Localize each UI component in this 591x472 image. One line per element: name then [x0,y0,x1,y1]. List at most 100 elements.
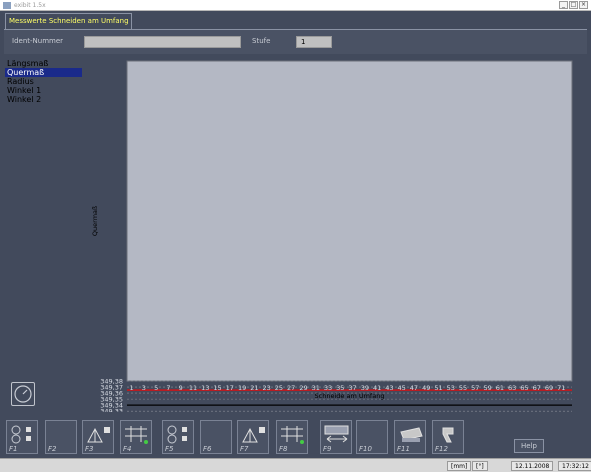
plot-area [126,60,573,382]
ruler-grid-icon [279,424,306,444]
ident-input[interactable] [84,36,241,48]
x-tick-label: 21 [250,384,258,392]
x-tick-label: 33 [324,384,332,392]
fkey-f6[interactable]: F6 [200,420,232,454]
x-tick-label: 5 [154,384,158,392]
x-tick-label: 3 [142,384,146,392]
x-tick-label: 31 [312,384,320,392]
status-unit: [mm] [447,461,472,471]
fkey-f12[interactable]: F12 [432,420,464,454]
y-axis-label: Quermaß [91,206,99,236]
x-tick-label: 35 [336,384,344,392]
measure-angle-icon [240,424,267,444]
status-deg: [°] [472,461,488,471]
fkey-f3[interactable]: F3 [82,420,114,454]
x-axis-label: Schneide am Umfang [315,392,385,400]
fkey-f5[interactable]: F5 [162,420,194,454]
x-tick-label: 67 [533,384,541,392]
ident-label: Ident-Nummer [12,37,64,45]
app-window: exibit 1.5x _ □ × Messwerte Schneiden am… [0,0,591,472]
fkey-label: F11 [397,445,410,453]
x-tick-label: 13 [201,384,209,392]
minimize-button[interactable]: _ [559,1,568,9]
measure-list-item[interactable]: Längsmaß [5,59,85,68]
fkey-label: F1 [9,445,18,453]
x-tick-label: 63 [508,384,516,392]
x-tick-label: 51 [434,384,442,392]
gauge-button[interactable] [11,382,35,406]
fkey-label: F4 [123,445,132,453]
x-tick-label: 57 [471,384,479,392]
fkey-f2[interactable]: F2 [45,420,77,454]
status-bar: [mm] [°] 12.11.2008 17:32:12 [0,458,591,472]
fkey-label: F9 [323,445,332,453]
measure-angle-icon [85,424,112,444]
title-bar: exibit 1.5x _ □ × [0,0,591,11]
x-tick-label: 69 [545,384,553,392]
fkey-label: F5 [165,445,174,453]
measure-list-item[interactable]: Winkel 2 [5,95,85,104]
app-icon [3,2,11,9]
stufe-input[interactable]: 1 [296,36,332,48]
y-tick-label: 349,33 [100,408,123,412]
x-tick-label: 17 [226,384,234,392]
fkey-f11[interactable]: F11 [394,420,426,454]
header-panel: Ident-Nummer Stufe 1 [4,29,587,54]
tool-icon [435,424,462,444]
maximize-button[interactable]: □ [569,1,578,9]
fkey-label: F3 [85,445,94,453]
x-tick-label: 65 [520,384,528,392]
tab-messwerte[interactable]: Messwerte Schneiden am Umfang [5,13,132,29]
x-tick-label: 49 [422,384,430,392]
fkey-f7[interactable]: F7 [237,420,269,454]
x-tick-label: 25 [275,384,283,392]
measure-list-item[interactable]: Quermaß [5,68,82,77]
x-tick-label: 71 [557,384,565,392]
x-tick-label: 59 [483,384,491,392]
stufe-label: Stufe [252,37,271,45]
x-tick-label: 15 [213,384,221,392]
window-title: exibit 1.5x [14,2,46,9]
fkey-f8[interactable]: F8 [276,420,308,454]
x-tick-label: 27 [287,384,295,392]
x-tick-label: 61 [496,384,504,392]
x-tick-label: 19 [238,384,246,392]
help-button[interactable]: Help [514,439,544,453]
gauge-settings-icon [165,424,192,444]
measurement-chart: 349,38349,37349,36349,35349,34349,33349,… [90,57,579,428]
gauge-icon [14,385,32,403]
fkey-label: F2 [48,445,57,453]
x-tick-label: 43 [385,384,393,392]
status-date: 12.11.2008 [511,461,554,471]
fkey-f1[interactable]: F1 [6,420,38,454]
chart-svg: 349,38349,37349,36349,35349,34349,33349,… [91,60,573,428]
transfer-icon [323,424,350,444]
fkey-f4[interactable]: F4 [120,420,152,454]
fkey-label: F6 [203,445,212,453]
x-tick-label: 23 [262,384,270,392]
x-tick-label: 1 [130,384,134,392]
measure-list: Längsmaß Quermaß Radius Winkel 1 Winkel 2 [5,59,85,104]
fkey-label: F8 [279,445,288,453]
fkey-label: F10 [359,445,372,453]
fkey-f10[interactable]: F10 [356,420,388,454]
close-button[interactable]: × [579,1,588,9]
x-tick-label: 37 [348,384,356,392]
status-time: 17:32:12 [558,461,591,471]
measure-list-item[interactable]: Winkel 1 [5,86,85,95]
x-tick-label: 9 [179,384,183,392]
ruler-grid-icon [123,424,150,444]
fkey-label: F12 [435,445,448,453]
x-tick-label: 47 [410,384,418,392]
x-tick-label: 45 [398,384,406,392]
x-tick-label: 41 [373,384,381,392]
x-tick-label: 39 [361,384,369,392]
x-tick-label: 11 [189,384,197,392]
x-tick-label: 55 [459,384,467,392]
x-tick-label: 29 [299,384,307,392]
fkey-f9[interactable]: F9 [320,420,352,454]
measure-list-item[interactable]: Radius [5,77,85,86]
x-tick-label: 7 [166,384,170,392]
print-icon [397,424,424,444]
gauge-settings-icon [9,424,36,444]
